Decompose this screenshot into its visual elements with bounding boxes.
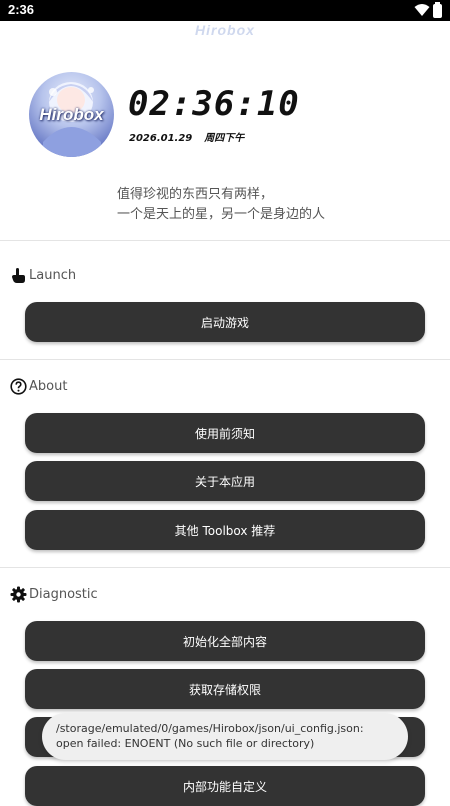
clock-time: 02:36:10 [128, 84, 300, 124]
section-header-about: About [10, 376, 67, 396]
section-header-diagnostic: Diagnostic [10, 584, 98, 604]
question-icon [10, 377, 27, 395]
hand-pointer-icon [12, 267, 25, 283]
storage-permission-button[interactable]: 获取存储权限 [25, 669, 425, 709]
status-bar: 2:36 [0, 0, 450, 21]
launch-game-button[interactable]: 启动游戏 [25, 302, 425, 342]
avatar-logo-text: Hirobox [39, 105, 104, 124]
divider [0, 240, 450, 241]
app-title: Hirobox [195, 22, 255, 38]
section-label-diagnostic: Diagnostic [29, 586, 98, 602]
gear-icon [10, 586, 27, 602]
clock-date: 2026.01.29 [129, 133, 193, 144]
section-label-launch: Launch [29, 267, 77, 283]
battery-icon [433, 2, 442, 18]
status-time: 2:36 [8, 2, 35, 17]
divider [0, 359, 450, 360]
section-header-launch: Launch [10, 265, 76, 285]
section-label-about: About [29, 378, 68, 394]
quote: 值得珍视的东西只有两样， 一个是天上的星，另一个是身边的人 [117, 185, 325, 225]
date-line: 2026.01.29 周四下午 [129, 129, 256, 144]
customize-features-button[interactable]: 内部功能自定义 [25, 766, 425, 806]
about-app-button[interactable]: 关于本应用 [25, 461, 425, 501]
clock-weekday: 周四下午 [204, 133, 245, 144]
wifi-icon [414, 4, 430, 16]
usage-notice-button[interactable]: 使用前须知 [25, 413, 425, 453]
error-toast: /storage/emulated/0/games/Hirobox/json/u… [42, 713, 408, 760]
avatar[interactable]: Hirobox [29, 72, 114, 157]
divider [0, 567, 450, 568]
reset-all-button[interactable]: 初始化全部内容 [25, 621, 425, 661]
quote-line-1: 值得珍视的东西只有两样， [117, 187, 274, 202]
toolbox-recommend-button[interactable]: 其他 Toolbox 推荐 [25, 510, 425, 550]
quote-line-2: 一个是天上的星，另一个是身边的人 [117, 207, 326, 222]
